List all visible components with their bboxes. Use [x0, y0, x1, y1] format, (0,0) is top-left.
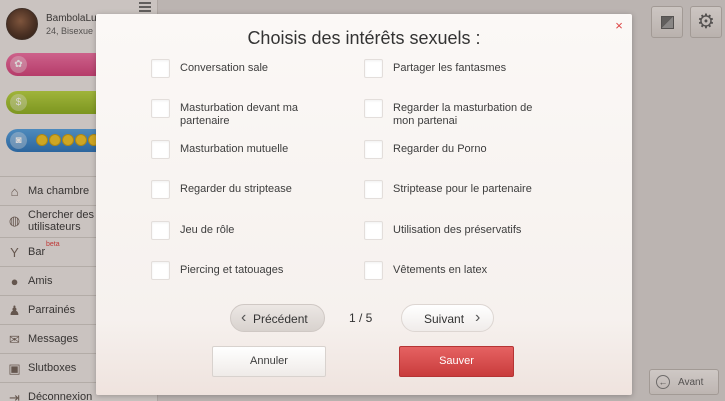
interest-label: Striptease pour le partenaire: [393, 183, 532, 195]
interest-label: Masturbation devant ma partenaire: [180, 102, 299, 127]
interest-label: Vêtements en latex: [393, 264, 488, 276]
checkbox[interactable]: [151, 221, 170, 240]
interest-option[interactable]: Regarder du striptease: [151, 180, 381, 210]
save-button[interactable]: Sauver: [399, 346, 514, 377]
interest-label: Partager les fantasmes: [393, 62, 507, 74]
interest-label: Conversation sale: [180, 62, 269, 74]
interest-option[interactable]: Masturbation mutuelle: [151, 140, 381, 170]
checkbox[interactable]: [364, 221, 383, 240]
cancel-button[interactable]: Annuler: [212, 346, 326, 377]
interest-label: Utilisation des préservatifs: [393, 224, 522, 236]
checkbox[interactable]: [364, 99, 383, 118]
interest-label: Regarder la masturbation de mon partenai: [393, 102, 533, 127]
checkbox[interactable]: [151, 59, 170, 78]
checkbox[interactable]: [151, 261, 170, 280]
previous-label: Précédent: [253, 312, 308, 326]
checkbox[interactable]: [151, 180, 170, 199]
interests-modal: Choisis des intérêts sexuels : × Convers…: [96, 14, 632, 395]
interest-option[interactable]: Regarder du Porno: [364, 140, 594, 170]
interest-option[interactable]: Conversation sale: [151, 59, 381, 89]
interest-label: Jeu de rôle: [180, 224, 235, 236]
interest-label: Masturbation mutuelle: [180, 143, 289, 155]
chevron-left-icon: ‹: [241, 309, 247, 326]
page-indicator: 1 / 5: [349, 311, 373, 325]
checkbox[interactable]: [364, 59, 383, 78]
interest-option[interactable]: Vêtements en latex: [364, 261, 594, 291]
interest-option[interactable]: Partager les fantasmes: [364, 59, 594, 89]
chevron-right-icon: ›: [475, 309, 481, 326]
next-label: Suivant: [424, 312, 465, 326]
checkbox[interactable]: [364, 140, 383, 159]
interest-label: Piercing et tatouages: [180, 264, 284, 276]
modal-title: Choisis des intérêts sexuels :: [247, 28, 481, 48]
previous-button[interactable]: ‹ Précédent: [230, 304, 325, 332]
interest-option[interactable]: Jeu de rôle: [151, 221, 381, 251]
interest-label: Regarder du Porno: [393, 143, 487, 155]
checkbox[interactable]: [364, 180, 383, 199]
interest-option[interactable]: Masturbation devant ma partenaire: [151, 99, 381, 129]
close-icon[interactable]: ×: [611, 18, 627, 34]
interest-option[interactable]: Utilisation des préservatifs: [364, 221, 594, 251]
interest-option[interactable]: Piercing et tatouages: [151, 261, 381, 291]
checkbox[interactable]: [364, 261, 383, 280]
interest-option[interactable]: Regarder la masturbation de mon partenai: [364, 99, 594, 129]
checkbox[interactable]: [151, 140, 170, 159]
next-button[interactable]: Suivant ›: [401, 304, 494, 332]
interest-label: Regarder du striptease: [180, 183, 292, 195]
checkbox[interactable]: [151, 99, 170, 118]
interest-option[interactable]: Striptease pour le partenaire: [364, 180, 594, 210]
